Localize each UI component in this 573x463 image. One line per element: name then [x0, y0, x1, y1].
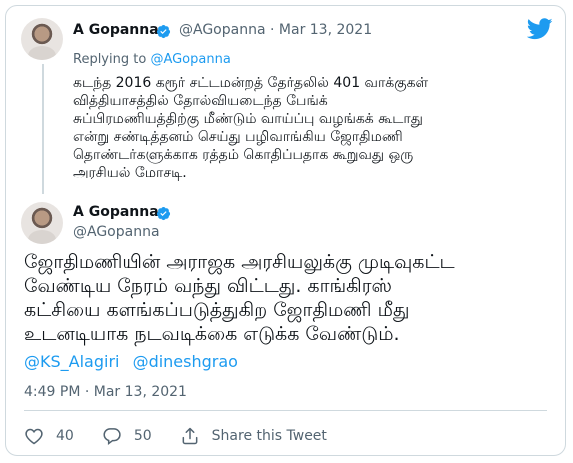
replying-to-prefix: Replying to: [73, 52, 147, 67]
thread-line: [42, 64, 44, 194]
avatar-main[interactable]: [21, 202, 63, 244]
replying-to: Replying to @AGopanna: [73, 52, 231, 67]
verified-badge-icon: [156, 24, 171, 39]
share-label: Share this Tweet: [211, 428, 327, 444]
separator-dot: ·: [270, 22, 275, 38]
reply-date[interactable]: Mar 13, 2021: [279, 22, 372, 38]
share-button[interactable]: Share this Tweet: [180, 426, 327, 446]
reply-author-handle[interactable]: @AGopanna: [179, 22, 266, 38]
replying-to-handle-link[interactable]: @AGopanna: [150, 52, 230, 67]
reply-icon: [103, 428, 121, 445]
heart-icon: [25, 428, 43, 445]
like-count: 40: [56, 428, 74, 444]
mention-link[interactable]: @KS_Alagiri: [24, 352, 119, 371]
share-icon: [182, 427, 198, 445]
main-author-handle[interactable]: @AGopanna: [73, 224, 160, 240]
avatar-reply[interactable]: [21, 18, 63, 60]
timestamp[interactable]: 4:49 PM · Mar 13, 2021: [24, 384, 187, 400]
mentions: @KS_Alagiri @dineshgrao: [24, 352, 246, 371]
divider: [24, 410, 547, 411]
twitter-bird-icon[interactable]: [527, 18, 553, 40]
like-button[interactable]: 40: [24, 426, 74, 446]
reply-button[interactable]: 50: [102, 426, 152, 446]
action-bar: 40 50 Share this Tweet: [24, 424, 355, 448]
main-author-name[interactable]: A Gopanna: [73, 204, 159, 220]
tweet-embed-card[interactable]: A Gopanna @AGopanna · Mar 13, 2021 Reply…: [5, 5, 566, 456]
main-tweet-text: ஜோதிமணியின் அராஜக அரசியலுக்கு முடிவுகட்ட…: [24, 251, 455, 345]
verified-badge-icon: [156, 206, 171, 221]
reply-count: 50: [133, 428, 152, 444]
reply-tweet-text: கடந்த 2016 கரூர் சட்டமன்றத் தேர்தலில் 40…: [73, 75, 429, 181]
reply-author-name[interactable]: A Gopanna: [73, 22, 159, 38]
mention-link[interactable]: @dineshgrao: [133, 352, 238, 371]
